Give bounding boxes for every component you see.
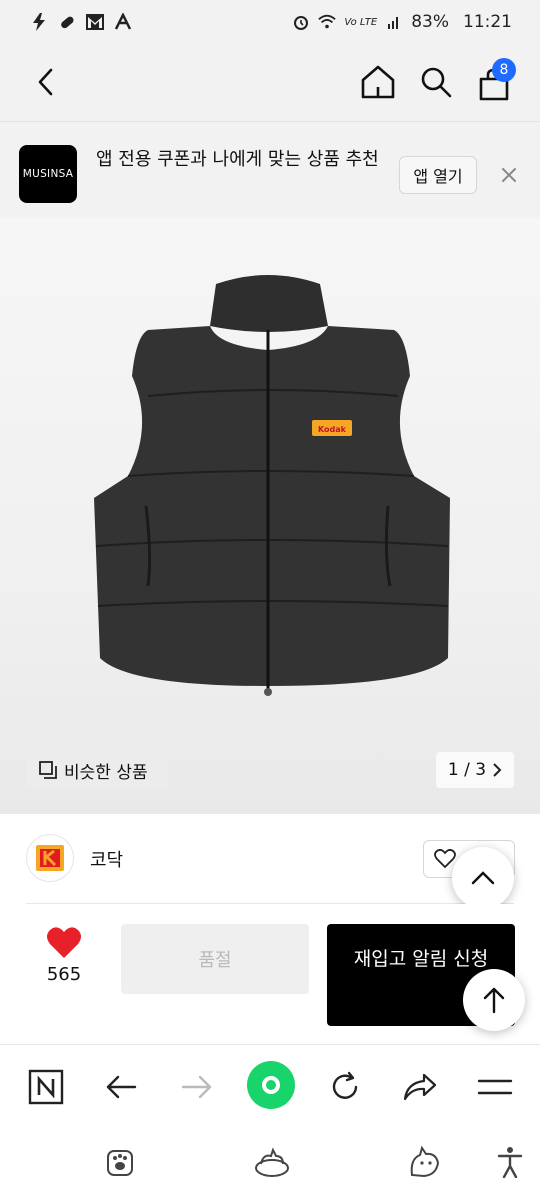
like-count: 565 — [46, 964, 82, 985]
share-arrow-icon — [403, 1073, 437, 1101]
kodak-patch-text: Kodak — [318, 425, 347, 434]
home-icon — [361, 65, 395, 99]
flash-icon — [30, 13, 48, 31]
close-banner-button[interactable] — [496, 162, 522, 188]
arrow-left-icon — [106, 1075, 137, 1099]
share-button[interactable] — [398, 1065, 442, 1109]
chevron-right-icon — [493, 763, 502, 777]
hamburger-menu-icon — [477, 1079, 513, 1095]
alarm-icon — [292, 13, 310, 31]
similar-products-button[interactable]: 비슷한 상품 — [26, 752, 168, 788]
product-image-gallery[interactable]: Kodak 비슷한 상품 1 / 3 — [0, 218, 540, 814]
image-pager[interactable]: 1 / 3 — [436, 752, 514, 788]
arrow-up-icon — [483, 987, 505, 1014]
cat-home-button[interactable] — [252, 1142, 292, 1182]
chevron-left-icon — [38, 68, 53, 96]
collapse-button[interactable] — [452, 847, 514, 909]
menu-button[interactable] — [473, 1065, 517, 1109]
system-navigation-bar — [0, 1126, 540, 1200]
chevron-up-icon — [471, 871, 495, 885]
status-left-icons — [30, 13, 132, 31]
accessibility-icon — [497, 1147, 523, 1178]
search-button[interactable] — [416, 62, 456, 102]
app-promo-banner: MUSINSA 앱 전용 쿠폰과 나에게 맞는 상품 추천 앱 열기 — [0, 122, 540, 218]
cart-count-badge: 8 — [492, 58, 516, 82]
arrow-right-icon — [181, 1075, 212, 1099]
sleeping-cat-icon — [255, 1147, 289, 1177]
app-notification-icon — [114, 13, 132, 31]
soldout-button: 품절 — [121, 924, 309, 994]
product-image-padded-vest: Kodak — [94, 275, 450, 696]
musinsa-logo: MUSINSA — [19, 145, 77, 203]
naver-home-button[interactable] — [24, 1065, 68, 1109]
cat-back-button[interactable] — [404, 1142, 444, 1182]
heart-filled-icon[interactable] — [46, 926, 82, 960]
image-pager-label: 1 / 3 — [447, 760, 487, 780]
browser-toolbar — [0, 1044, 540, 1126]
back-button[interactable] — [28, 64, 64, 100]
copy-icon — [39, 761, 57, 779]
heart-outline-icon — [434, 849, 456, 869]
open-app-button[interactable]: 앱 열기 — [399, 156, 477, 194]
signal-icon — [385, 13, 403, 31]
similar-products-label: 비슷한 상품 — [64, 762, 148, 783]
refresh-icon — [332, 1071, 358, 1099]
cat-icon — [410, 1145, 440, 1178]
kodak-logo-icon — [36, 845, 64, 871]
home-button[interactable] — [358, 62, 398, 102]
paw-button[interactable] — [100, 1142, 140, 1182]
scroll-to-top-button[interactable] — [463, 969, 525, 1031]
accessibility-button[interactable] — [490, 1142, 530, 1182]
browser-forward-button[interactable] — [175, 1065, 219, 1109]
browser-back-button[interactable] — [99, 1065, 143, 1109]
status-right-icons: Vo LTE 83% 11:21 — [292, 12, 512, 32]
purchase-bar: 565 품절 재입고 알림 신청 — [0, 904, 540, 1044]
close-icon — [502, 168, 516, 182]
battery-level: 83% — [411, 12, 449, 32]
brand-logo[interactable] — [26, 834, 74, 882]
clock: 11:21 — [463, 12, 512, 32]
naver-n-icon — [28, 1069, 64, 1105]
cart-button[interactable]: 8 — [472, 58, 516, 106]
app-promo-message: 앱 전용 쿠폰과 나에게 맞는 상품 추천 — [96, 149, 379, 170]
refresh-button[interactable] — [323, 1065, 367, 1109]
search-icon — [421, 67, 452, 98]
brand-name[interactable]: 코닥 — [90, 846, 123, 872]
green-dot-button[interactable] — [247, 1061, 295, 1109]
top-navigation: 8 — [0, 44, 540, 122]
wifi-icon — [318, 13, 337, 31]
gmail-icon — [86, 13, 104, 31]
pill-icon — [58, 13, 76, 31]
paw-icon — [107, 1150, 133, 1176]
carrier-label: Vo LTE — [344, 16, 378, 28]
status-bar: Vo LTE 83% 11:21 — [0, 0, 540, 44]
green-dot-icon — [262, 1076, 280, 1094]
